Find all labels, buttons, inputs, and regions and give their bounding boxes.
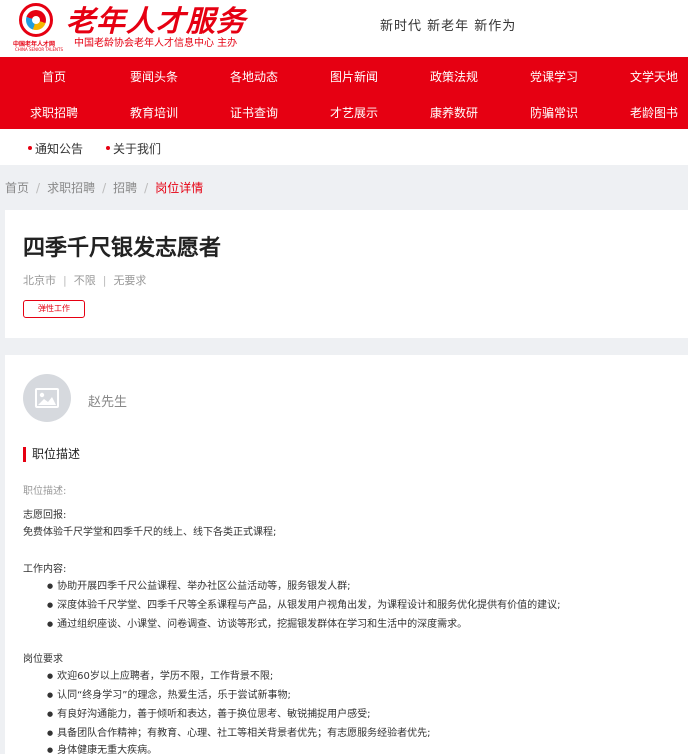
job-education: 不限 xyxy=(73,274,96,287)
list-item: 认同“终身学习”的理念，热爱生活，乐于尝试新事物; xyxy=(47,686,291,701)
site-slogan: 新时代 新老年 新作为 xyxy=(380,19,517,34)
description-label: 职位描述: xyxy=(23,486,67,497)
list-item: 协助开展四季千尺公益课程、举办社区公益活动等，服务银发人群; xyxy=(47,577,350,592)
job-city: 北京市 xyxy=(23,274,56,287)
nav-item-local-news[interactable]: 各地动态 xyxy=(230,68,278,85)
breadcrumb-current: 岗位详情 xyxy=(155,181,204,195)
bullet-dot-icon xyxy=(28,145,32,150)
job-detail-card: 赵先生 职位描述 职位描述: 志愿回报: 免费体验千尺学堂和四季千尺的线上、线下… xyxy=(5,355,688,754)
subnav-item-notices[interactable]: 通知公告 xyxy=(28,140,83,157)
reward-title: 志愿回报: xyxy=(23,510,67,521)
job-meta: 北京市 | 不限 | 无要求 xyxy=(23,272,146,288)
nav-item-literature[interactable]: 文学天地 xyxy=(630,68,678,85)
nav-item-talent-show[interactable]: 才艺展示 xyxy=(330,104,378,121)
site-header: 中国老年人才网 CHINA SENIOR TALENTS 老年人才服务 中国老龄… xyxy=(0,0,688,57)
list-item: 深度体验千尺学堂、四季千尺等全系课程与产品，从银发用户视角出发，为课程设计和服务… xyxy=(47,596,560,611)
requirements-title: 岗位要求 xyxy=(23,654,63,665)
breadcrumb-separator: / xyxy=(36,181,41,195)
image-placeholder-icon xyxy=(35,388,59,408)
nav-item-certificate[interactable]: 证书查询 xyxy=(230,104,278,121)
list-item: 有良好沟通能力，善于倾听和表达，善于换位思考、敏锐捕捉用户感受; xyxy=(47,705,370,720)
nav-item-education[interactable]: 教育培训 xyxy=(130,104,178,121)
breadcrumb: 首页 / 求职招聘 / 招聘 / 岗位详情 xyxy=(5,179,203,196)
meta-separator: | xyxy=(102,274,107,287)
nav-item-health-research[interactable]: 康养数研 xyxy=(430,104,478,121)
job-summary-card: 四季千尺银发志愿者 北京市 | 不限 | 无要求 弹性工作 xyxy=(5,210,688,338)
nav-item-home[interactable]: 首页 xyxy=(42,68,66,85)
main-nav: 首页 要闻头条 各地动态 图片新闻 政策法规 党课学习 文学天地 求职招聘 教育… xyxy=(0,57,688,129)
list-item: 通过组织座谈、小课堂、问卷调查、访谈等形式，挖掘银发群体在学习和生活中的深度需求… xyxy=(47,615,467,630)
list-item: 身体健康无重大疾病。 xyxy=(47,741,157,754)
list-item: 欢迎60岁以上应聘者，学历不限，工作背景不限; xyxy=(47,667,273,682)
nav-item-photo-news[interactable]: 图片新闻 xyxy=(330,68,378,85)
breadcrumb-separator: / xyxy=(102,181,107,195)
section-title-description: 职位描述 xyxy=(23,447,80,462)
nav-item-headlines[interactable]: 要闻头条 xyxy=(130,68,178,85)
nav-item-policy[interactable]: 政策法规 xyxy=(430,68,478,85)
list-item: 具备团队合作精神；有教育、心理、社工等相关背景者优先；有志愿服务经验者优先; xyxy=(47,724,430,739)
logo-english-name: CHINA SENIOR TALENTS xyxy=(15,47,64,52)
nav-item-anti-fraud[interactable]: 防骗常识 xyxy=(530,104,578,121)
meta-separator: | xyxy=(63,274,67,287)
breadcrumb-jobs[interactable]: 求职招聘 xyxy=(47,181,95,195)
contact-name: 赵先生 xyxy=(88,395,128,410)
breadcrumb-recruit[interactable]: 招聘 xyxy=(113,181,137,195)
bullet-dot-icon xyxy=(106,145,110,150)
nav-item-party-study[interactable]: 党课学习 xyxy=(530,68,578,85)
subnav-label: 关于我们 xyxy=(113,142,162,156)
breadcrumb-separator: / xyxy=(144,181,149,195)
subnav-label: 通知公告 xyxy=(35,142,84,156)
nav-item-books[interactable]: 老龄图书 xyxy=(630,104,678,121)
avatar xyxy=(23,374,71,422)
breadcrumb-home[interactable]: 首页 xyxy=(5,181,29,195)
site-subtitle: 中国老龄协会老年人才信息中心 主办 xyxy=(74,38,238,49)
job-tag-badge: 弹性工作 xyxy=(23,300,85,318)
job-title: 四季千尺银发志愿者 xyxy=(23,236,222,261)
site-logo-icon[interactable] xyxy=(19,3,53,37)
work-title: 工作内容: xyxy=(23,564,67,575)
job-experience: 无要求 xyxy=(113,274,147,287)
subnav-item-about[interactable]: 关于我们 xyxy=(106,140,161,157)
nav-item-jobs[interactable]: 求职招聘 xyxy=(30,104,78,121)
sub-nav: 通知公告 关于我们 xyxy=(0,129,688,165)
reward-text: 免费体验千尺学堂和四季千尺的线上、线下各类正式课程; xyxy=(23,527,277,538)
